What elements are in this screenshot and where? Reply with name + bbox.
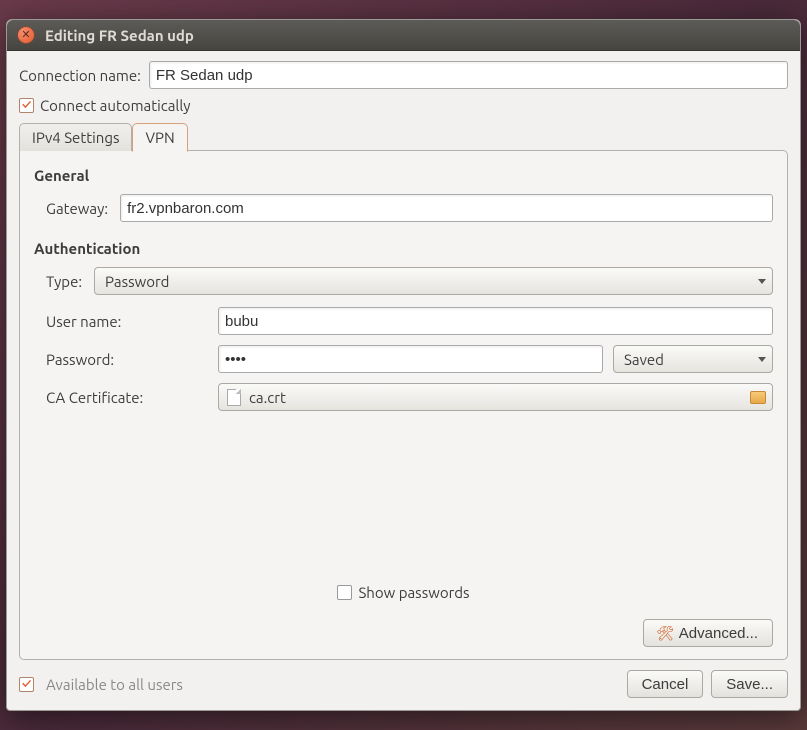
window-title: Editing FR Sedan udp bbox=[45, 27, 194, 44]
tab-vpn[interactable]: VPN bbox=[132, 123, 187, 152]
dialog-content: Connection name: Connect automatically I… bbox=[7, 51, 800, 710]
username-input[interactable] bbox=[218, 307, 773, 335]
advanced-label: Advanced... bbox=[679, 625, 758, 642]
ca-cert-filechooser[interactable]: ca.crt bbox=[218, 383, 773, 411]
connect-auto-checkbox[interactable]: Connect automatically bbox=[19, 97, 788, 114]
password-mode-value: Saved bbox=[624, 351, 664, 368]
checkmark-icon bbox=[19, 98, 34, 113]
password-label: Password: bbox=[46, 351, 206, 368]
password-input[interactable] bbox=[218, 345, 603, 373]
folder-icon bbox=[750, 391, 766, 404]
dialog-footer: Available to all users Cancel Save... bbox=[19, 670, 788, 698]
button-label: Cancel bbox=[642, 676, 689, 693]
file-icon bbox=[227, 389, 241, 406]
connection-name-input[interactable] bbox=[149, 61, 788, 89]
tools-icon: 🛠 bbox=[658, 626, 673, 641]
window: ✕ Editing FR Sedan udp Connection name: … bbox=[6, 19, 801, 711]
auth-type-value: Password bbox=[105, 273, 169, 290]
available-all-users-label: Available to all users bbox=[46, 676, 183, 693]
available-all-users-checkbox[interactable]: Available to all users bbox=[19, 676, 183, 693]
save-button[interactable]: Save... bbox=[711, 670, 788, 698]
username-label: User name: bbox=[46, 313, 206, 330]
tab-label: IPv4 Settings bbox=[32, 129, 119, 146]
cancel-button[interactable]: Cancel bbox=[627, 670, 704, 698]
ca-cert-filename: ca.crt bbox=[249, 389, 286, 406]
section-general-title: General bbox=[34, 167, 773, 184]
tab-label: VPN bbox=[145, 129, 174, 146]
show-passwords-label: Show passwords bbox=[358, 584, 469, 601]
section-auth-title: Authentication bbox=[34, 240, 773, 257]
button-label: Save... bbox=[726, 676, 773, 693]
password-mode-select[interactable]: Saved bbox=[613, 345, 773, 373]
gateway-label: Gateway: bbox=[46, 200, 108, 217]
connection-name-label: Connection name: bbox=[19, 67, 141, 84]
ca-cert-label: CA Certificate: bbox=[46, 389, 206, 406]
auth-type-select[interactable]: Password bbox=[94, 267, 773, 295]
connect-auto-label: Connect automatically bbox=[40, 97, 191, 114]
chevron-down-icon bbox=[758, 279, 766, 284]
connection-name-row: Connection name: bbox=[19, 61, 788, 89]
show-passwords-checkbox[interactable]: Show passwords bbox=[34, 584, 773, 601]
titlebar[interactable]: ✕ Editing FR Sedan udp bbox=[7, 20, 800, 51]
auth-type-label: Type: bbox=[46, 273, 82, 290]
tab-ipv4-settings[interactable]: IPv4 Settings bbox=[19, 123, 132, 151]
advanced-button[interactable]: 🛠 Advanced... bbox=[643, 619, 773, 647]
window-close-button[interactable]: ✕ bbox=[17, 26, 35, 44]
tab-panel-vpn: General Gateway: Authentication Type: Pa… bbox=[19, 150, 788, 660]
gateway-input[interactable] bbox=[120, 194, 773, 222]
checkmark-icon bbox=[19, 677, 34, 692]
tabs: IPv4 Settings VPN bbox=[19, 123, 788, 151]
chevron-down-icon bbox=[758, 357, 766, 362]
checkbox-icon bbox=[337, 585, 352, 600]
close-icon: ✕ bbox=[21, 30, 30, 41]
